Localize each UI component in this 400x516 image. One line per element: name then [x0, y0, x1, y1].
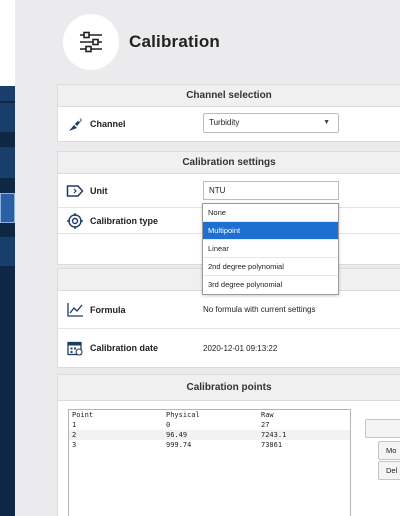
calibration-date-label: Calibration date [90, 343, 159, 353]
dropdown-option-3rd-degree[interactable]: 3rd degree polynomial [203, 276, 338, 294]
calibration-points-panel: Calibration points Point Physical Raw 1 … [57, 374, 400, 516]
column-header-physical: Physical [166, 411, 200, 419]
formula-label: Formula [90, 304, 126, 315]
cell-physical: 0 [166, 421, 171, 429]
header-icon-circle [63, 14, 119, 70]
delete-point-button[interactable]: Del [378, 461, 400, 480]
page-header: Calibration [57, 10, 400, 74]
formula-value: No formula with current settings [203, 305, 316, 314]
channel-select-value: Turbidity [209, 118, 240, 127]
probe-icon [66, 115, 84, 133]
calibration-date-row: Calibration date 2020-12-01 09:13:22 [58, 329, 400, 367]
calibration-type-label: Calibration type [90, 215, 159, 226]
column-header-raw: Raw [261, 411, 274, 419]
sidebar [0, 0, 15, 516]
calibration-points-table[interactable]: Point Physical Raw 1 0 27 2 96.49 7243.1… [68, 409, 351, 516]
channel-row: Channel Turbidity ▼ [58, 107, 400, 141]
cell-point: 2 [72, 431, 77, 439]
table-row[interactable]: 2 96.49 7243.1 [69, 430, 350, 440]
sidebar-item[interactable] [0, 147, 15, 179]
calibration-settings-heading: Calibration settings [58, 152, 400, 174]
channel-selection-heading: Channel selection [58, 85, 400, 107]
cell-point: 3 [72, 441, 77, 449]
cell-raw: 7243.1 [261, 431, 287, 439]
cell-point: 1 [72, 421, 77, 429]
dropdown-option-multipoint[interactable]: Multipoint [203, 222, 338, 240]
modify-point-button[interactable]: Mo [378, 441, 400, 460]
main-area: Calibration Channel selection Channel Tu… [15, 0, 400, 516]
graph-icon [66, 301, 84, 319]
cell-raw: 73861 [261, 441, 283, 449]
sidebar-item[interactable] [0, 237, 15, 267]
calibration-points-heading: Calibration points [58, 375, 400, 401]
sliders-icon [80, 31, 102, 53]
page-title: Calibration [129, 32, 220, 51]
dropdown-option-linear[interactable]: Linear [203, 240, 338, 258]
calendar-icon [66, 339, 84, 357]
table-row[interactable]: 1 0 27 [69, 420, 350, 430]
unit-label: Unit [90, 185, 108, 196]
calibration-type-dropdown[interactable]: None Multipoint Linear 2nd degree polyno… [202, 203, 339, 295]
channel-selection-panel: Channel selection Channel Turbidity ▼ [57, 84, 400, 142]
target-icon [66, 212, 84, 230]
cell-physical: 999.74 [166, 441, 192, 449]
sidebar-item[interactable] [0, 103, 15, 133]
column-header-point: Point [72, 411, 94, 419]
cell-raw: 27 [261, 421, 270, 429]
add-point-button[interactable] [365, 419, 400, 438]
dropdown-option-none[interactable]: None [203, 204, 338, 222]
sidebar-item-calibration[interactable] [0, 193, 15, 223]
calibration-date-value: 2020-12-01 09:13:22 [203, 343, 278, 353]
chevron-down-icon: ▼ [323, 119, 330, 126]
unit-input[interactable]: NTU [203, 181, 339, 200]
channel-select[interactable]: Turbidity ▼ [203, 113, 339, 133]
cell-physical: 96.49 [166, 431, 188, 439]
table-header: Point Physical Raw [69, 410, 350, 420]
table-row[interactable]: 3 999.74 73861 [69, 440, 350, 450]
unit-tag-icon [66, 182, 84, 200]
formula-row: Formula No formula with current settings [58, 291, 400, 329]
channel-label: Channel [90, 119, 126, 129]
sidebar-item[interactable] [0, 86, 15, 102]
dropdown-option-2nd-degree[interactable]: 2nd degree polynomial [203, 258, 338, 276]
